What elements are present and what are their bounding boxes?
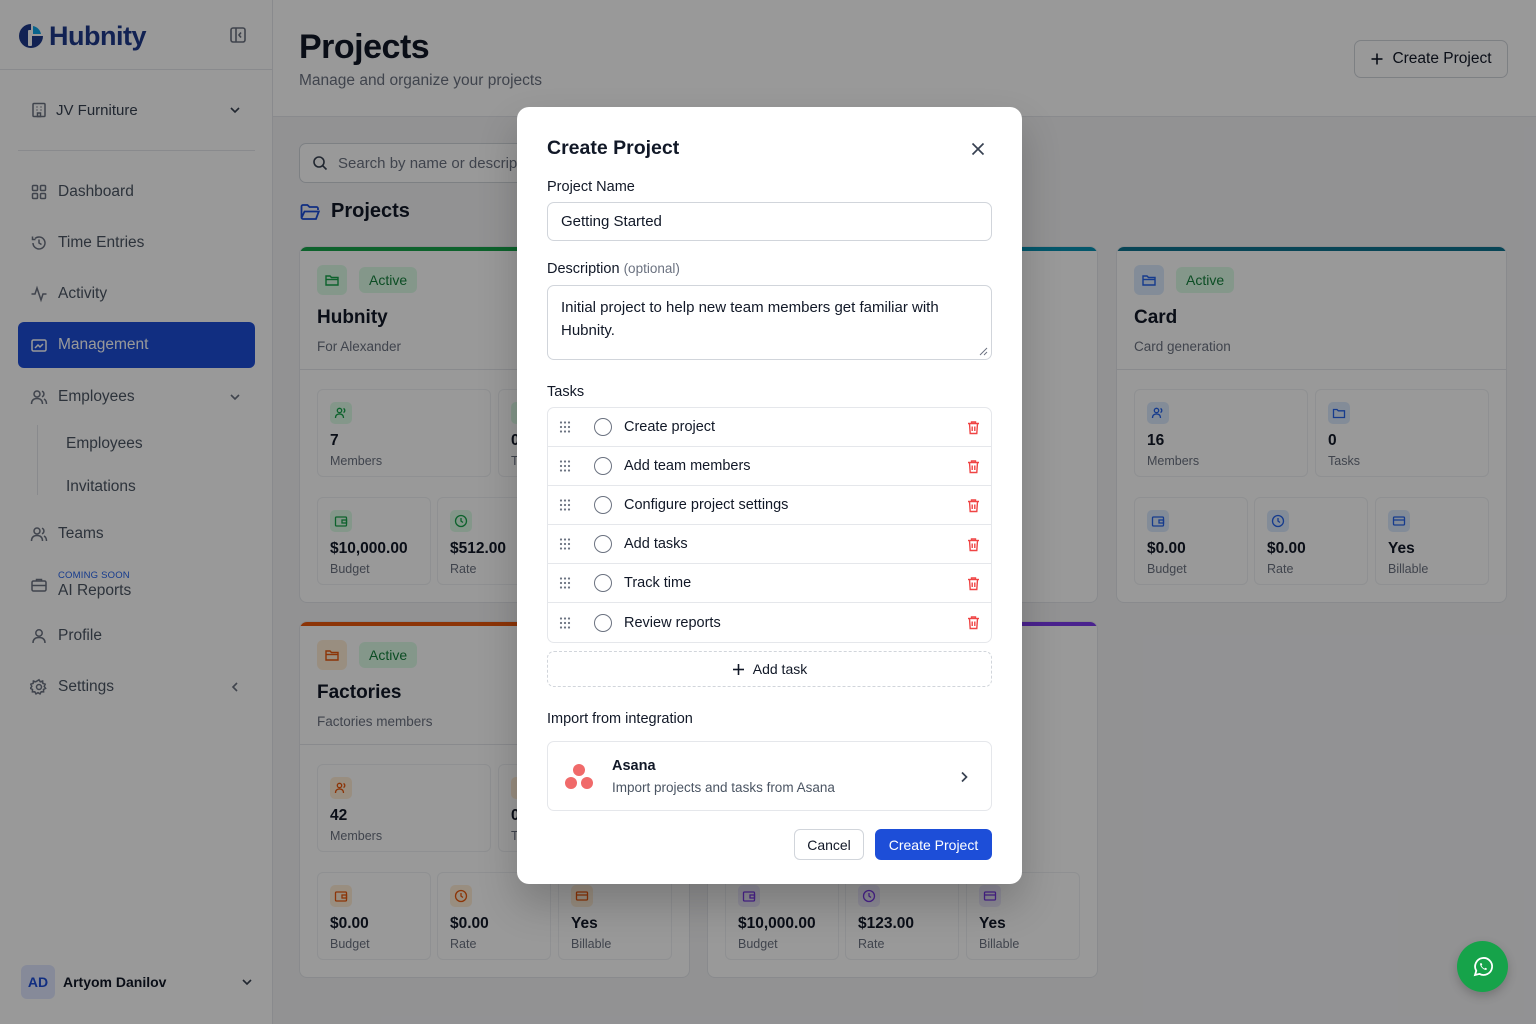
- task-name: Create project: [624, 419, 716, 435]
- drag-handle-icon[interactable]: [558, 537, 572, 551]
- import-label: Import from integration: [547, 711, 693, 727]
- resize-handle-icon[interactable]: [978, 346, 988, 356]
- task-row[interactable]: Configure project settings: [548, 486, 991, 525]
- asana-logo-icon: [564, 763, 594, 791]
- cancel-button[interactable]: Cancel: [794, 829, 864, 860]
- trash-icon[interactable]: [966, 498, 981, 513]
- description-textarea[interactable]: Initial project to help new team members…: [547, 285, 992, 360]
- task-checkbox[interactable]: [594, 496, 612, 514]
- trash-icon[interactable]: [966, 420, 981, 435]
- description-text: Initial project to help new team members…: [561, 299, 939, 339]
- task-checkbox[interactable]: [594, 613, 612, 632]
- task-row[interactable]: Add team members: [548, 447, 991, 486]
- dialog-title: Create Project: [547, 137, 680, 159]
- project-name-label: Project Name: [547, 179, 635, 195]
- project-name-input[interactable]: Getting Started: [547, 202, 992, 241]
- add-task-button[interactable]: Add task: [547, 651, 992, 687]
- task-checkbox[interactable]: [594, 418, 612, 436]
- drag-handle-icon[interactable]: [558, 498, 572, 512]
- asana-integration-option[interactable]: Asana Import projects and tasks from Asa…: [547, 741, 992, 811]
- task-row[interactable]: Create project: [548, 408, 991, 447]
- create-project-submit-button[interactable]: Create Project: [875, 829, 992, 860]
- create-project-dialog: Create Project Project Name Getting Star…: [517, 107, 1022, 884]
- task-name: Track time: [624, 575, 692, 591]
- trash-icon[interactable]: [966, 459, 981, 474]
- trash-icon[interactable]: [966, 576, 981, 591]
- whatsapp-button[interactable]: [1457, 941, 1508, 992]
- task-name: Review reports: [624, 614, 721, 631]
- plus-icon: [732, 663, 745, 676]
- drag-handle-icon[interactable]: [558, 420, 572, 434]
- trash-icon[interactable]: [966, 537, 981, 552]
- task-checkbox[interactable]: [594, 535, 612, 553]
- drag-handle-icon[interactable]: [558, 576, 572, 590]
- whatsapp-icon: [1470, 954, 1496, 980]
- task-row[interactable]: Add tasks: [548, 525, 991, 564]
- description-label: Description (optional): [547, 261, 680, 277]
- trash-icon[interactable]: [966, 615, 981, 630]
- task-list: Create project Add team members Configur…: [547, 407, 992, 643]
- task-row[interactable]: Review reports: [548, 603, 991, 642]
- task-checkbox[interactable]: [594, 574, 612, 592]
- add-task-label: Add task: [752, 661, 808, 677]
- tasks-label: Tasks: [547, 384, 585, 400]
- drag-handle-icon[interactable]: [558, 616, 572, 630]
- task-name: Add team members: [624, 458, 751, 474]
- task-name: Add tasks: [624, 536, 688, 552]
- task-name: Configure project settings: [624, 497, 789, 513]
- close-icon[interactable]: [969, 140, 987, 158]
- task-row[interactable]: Track time: [548, 564, 991, 603]
- optional-hint: (optional): [623, 261, 680, 276]
- description-label-text: Description: [547, 261, 620, 277]
- integration-name: Asana: [612, 758, 656, 774]
- integration-description: Import projects and tasks from Asana: [612, 780, 835, 795]
- drag-handle-icon[interactable]: [558, 459, 572, 473]
- task-checkbox[interactable]: [594, 457, 612, 475]
- chevron-right-icon: [956, 769, 972, 785]
